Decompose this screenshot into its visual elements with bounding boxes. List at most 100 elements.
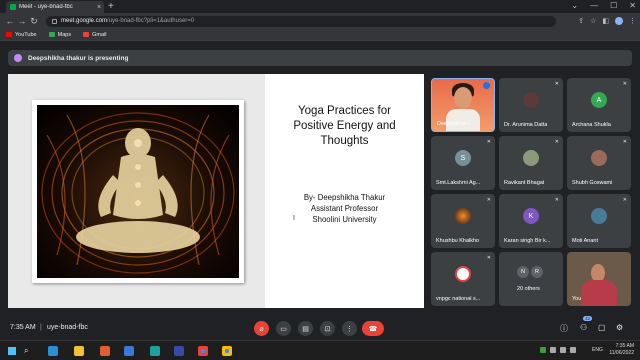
new-tab-button[interactable]: +	[108, 1, 114, 12]
others-tile[interactable]: N R 20 others	[499, 252, 563, 306]
mic-off-icon: ✕	[622, 139, 627, 145]
presenting-text: Deepshikha thakur is presenting	[28, 54, 129, 62]
bookmark-youtube[interactable]: YouTube	[6, 32, 37, 38]
menu-icon[interactable]: ⋮	[629, 17, 636, 25]
tab-title: Meet - uye-bnad-fbc	[19, 4, 73, 10]
browser-tab[interactable]: Meet - uye-bnad-fbc ×	[6, 1, 104, 13]
close-window-icon[interactable]: ✕	[629, 0, 636, 12]
tab-close-icon[interactable]: ×	[94, 4, 104, 11]
bookmark-maps[interactable]: Maps	[48, 32, 71, 38]
chrome-icon[interactable]	[222, 346, 232, 356]
avatar: N	[517, 266, 529, 278]
url-field[interactable]: meet.google.com /uye-bnad-fbc?pli=1&auth…	[46, 15, 556, 27]
edge-icon[interactable]	[48, 346, 58, 356]
bookmark-gmail[interactable]: Gmail	[83, 32, 106, 38]
slide-image-area	[8, 74, 265, 308]
avatar	[523, 92, 539, 108]
participant-tile[interactable]: ✕ Khushbu Khalkho	[431, 194, 495, 248]
forward-icon[interactable]: →	[16, 16, 28, 26]
avatar	[523, 150, 539, 166]
participant-tile[interactable]: ✕ Dr. Arunima Datta	[499, 78, 563, 132]
avatar	[455, 208, 471, 224]
participant-name: Shubh Goswami	[572, 180, 613, 186]
present-icon: ⊡	[324, 325, 331, 333]
others-count: 20 others	[517, 286, 540, 292]
chevron-up-icon[interactable]	[550, 347, 556, 353]
language-indicator[interactable]: ENG	[592, 347, 603, 353]
url-domain: meet.google.com	[61, 18, 108, 24]
browser-tab-bar: Meet - uye-bnad-fbc × + ⌄ — ☐ ✕	[0, 0, 640, 13]
participant-tile[interactable]: ✕ K Karan singh Bir k...	[499, 194, 563, 248]
avatar: S	[455, 150, 471, 166]
media-icon[interactable]	[100, 346, 110, 356]
leave-call-button[interactable]: ☎	[362, 321, 384, 336]
meet-favicon-icon	[10, 4, 16, 10]
profile-avatar[interactable]	[615, 17, 623, 25]
participant-tile[interactable]: ✕ Shubh Goswami	[567, 136, 631, 190]
extensions-icon[interactable]: ◧	[602, 17, 609, 25]
avatar	[591, 150, 607, 166]
participant-name: Karan singh Bir k...	[504, 238, 551, 244]
captions-button[interactable]: ▤	[298, 321, 313, 336]
mic-off-icon: ✕	[554, 197, 559, 203]
avatar: K	[523, 208, 539, 224]
text-cursor-icon: I	[293, 215, 295, 222]
windows-start-icon[interactable]	[8, 347, 16, 355]
slide-byline: By- Deepshikha Thakur Assistant Professo…	[265, 192, 424, 225]
participant-name: vnpgc national s...	[436, 296, 481, 302]
system-tray	[540, 347, 576, 353]
star-icon[interactable]: ☆	[590, 17, 596, 25]
minimize-icon[interactable]: —	[590, 0, 598, 12]
meeting-time: 7:35 AM	[10, 324, 36, 331]
participant-tile[interactable]: ✕ S Smt.Lakshmi Ag...	[431, 136, 495, 190]
gmail-icon	[83, 32, 90, 37]
bookmark-label: Gmail	[92, 31, 107, 38]
participant-tile[interactable]: ✕ vnpgc national s...	[431, 252, 495, 306]
edge-browser-icon[interactable]	[150, 346, 160, 356]
chrome-icon[interactable]	[198, 346, 208, 356]
clock[interactable]: 7:35 AM 11/06/2022	[609, 343, 634, 357]
avatar: A	[591, 92, 607, 108]
participant-name: You	[572, 296, 582, 302]
reload-icon[interactable]: ↻	[28, 16, 40, 27]
participant-name: Ravikant Bhagat	[504, 180, 545, 186]
self-view-tile[interactable]: You	[567, 252, 631, 306]
avatar	[591, 208, 607, 224]
app-icon[interactable]	[124, 346, 134, 356]
participant-tile[interactable]: Deepshikha t...	[431, 78, 495, 132]
maximize-icon[interactable]: ☐	[610, 0, 617, 12]
participant-tile[interactable]: ✕ A Archana Shukla	[567, 78, 631, 132]
participant-name: Archana Shukla	[572, 122, 611, 128]
slide-text-area: Yoga Practices for Positive Energy and T…	[265, 74, 424, 308]
search-icon[interactable]: ⌕	[24, 346, 28, 356]
more-icon: ⋮	[346, 325, 353, 333]
back-icon[interactable]: ←	[4, 16, 16, 26]
slide-title-line: Positive Energy and	[293, 120, 396, 132]
share-icon[interactable]: ⇪	[578, 17, 584, 25]
file-explorer-icon[interactable]	[74, 346, 84, 356]
volume-icon[interactable]	[570, 347, 576, 353]
mic-off-icon: ✕	[554, 139, 559, 145]
info-icon[interactable]: ⓘ	[560, 323, 568, 334]
present-button[interactable]: ⊡	[320, 321, 335, 336]
presentation-stage: Yoga Practices for Positive Energy and T…	[8, 74, 424, 308]
participant-tile[interactable]: ✕ Moti Anant	[567, 194, 631, 248]
mic-off-icon: ⌀	[259, 325, 264, 333]
mic-off-icon: ✕	[486, 255, 491, 261]
address-bar: ← → ↻ meet.google.com /uye-bnad-fbc?pli=…	[0, 13, 640, 29]
participant-tile[interactable]: ✕ Ravikant Bhagat	[499, 136, 563, 190]
avatar: R	[531, 266, 543, 278]
participant-name: Dr. Arunima Datta	[504, 122, 548, 128]
terminal-icon[interactable]	[174, 346, 184, 356]
battery-icon[interactable]	[540, 347, 546, 353]
camera-toggle-button[interactable]: ▭	[276, 321, 291, 336]
slide-title-line: Thoughts	[320, 135, 369, 147]
presenting-banner: Deepshikha thakur is presenting	[8, 50, 632, 66]
wifi-icon[interactable]	[560, 347, 566, 353]
more-options-button[interactable]: ⋮	[342, 321, 357, 336]
activities-icon[interactable]: ⚙	[616, 323, 623, 332]
people-icon[interactable]: ⚇	[580, 323, 587, 332]
mic-toggle-button[interactable]: ⌀	[254, 321, 269, 336]
chat-icon[interactable]: ▢	[598, 323, 606, 332]
chevron-down-icon[interactable]: ⌄	[571, 0, 578, 12]
